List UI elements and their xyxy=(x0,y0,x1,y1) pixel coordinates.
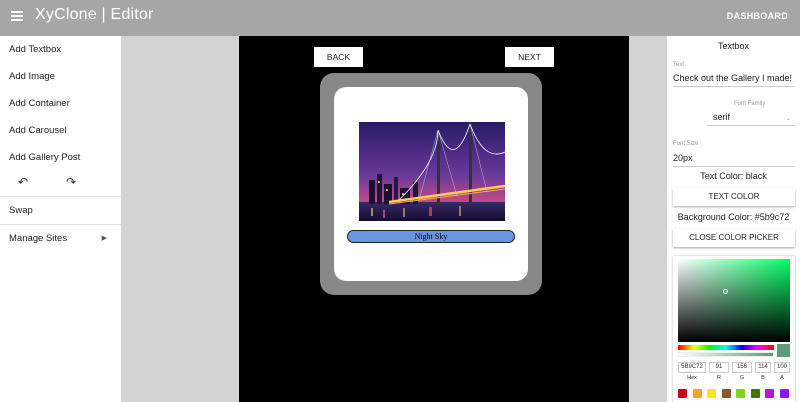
add-image-item[interactable]: Add Image xyxy=(0,63,121,90)
alpha-slider[interactable] xyxy=(678,352,774,357)
color-swatch[interactable] xyxy=(707,389,716,398)
gallery-post-frame: Night Sky xyxy=(320,73,542,295)
green-input[interactable]: 156 xyxy=(732,362,752,373)
manage-sites-label: Manage Sites xyxy=(9,233,68,244)
dashboard-button[interactable]: DASHBOARD xyxy=(727,11,788,21)
panel-title: Textbox xyxy=(717,41,750,51)
sidebar: Add Textbox Add Image Add Container Add … xyxy=(0,36,121,402)
font-size-field[interactable]: 20px xyxy=(673,153,693,163)
manage-sites-item[interactable]: Manage Sites ▶ xyxy=(0,225,121,252)
color-swatch[interactable] xyxy=(736,389,745,398)
add-gallery-post-item[interactable]: Add Gallery Post xyxy=(0,144,121,171)
close-color-picker-button[interactable]: CLOSE COLOR PICKER xyxy=(673,229,795,247)
properties-panel: Textbox Text Check out the Gallery I mad… xyxy=(667,36,800,402)
add-container-item[interactable]: Add Container xyxy=(0,90,121,117)
color-swatch[interactable] xyxy=(692,389,702,398)
swap-item[interactable]: Swap xyxy=(0,197,121,224)
alpha-label: A xyxy=(780,375,784,381)
color-swatch[interactable] xyxy=(678,389,687,398)
app-bar: XyClone | Editor DASHBOARD xyxy=(0,0,800,36)
red-input[interactable]: 91 xyxy=(709,362,729,373)
saturation-area[interactable] xyxy=(678,259,790,342)
color-swatch[interactable] xyxy=(779,389,789,398)
history-controls: ↶ ↷ xyxy=(0,171,121,196)
gallery-image[interactable] xyxy=(359,122,505,221)
text-field[interactable]: Check out the Gallery I made! xyxy=(673,73,792,83)
field-underline xyxy=(673,86,795,87)
color-swatch[interactable] xyxy=(721,389,731,398)
back-button[interactable]: BACK xyxy=(314,47,363,67)
background-color-readout: Background Color: #5b9c72 xyxy=(677,212,790,222)
red-label: R xyxy=(717,375,721,381)
editor-canvas: BACK NEXT Night Sky xyxy=(239,36,629,402)
menu-icon[interactable] xyxy=(11,11,23,21)
next-button[interactable]: NEXT xyxy=(505,47,554,67)
text-color-button[interactable]: TEXT COLOR xyxy=(673,188,795,206)
field-underline xyxy=(673,166,795,167)
saturation-handle[interactable] xyxy=(723,289,728,294)
text-field-label: Text xyxy=(673,62,685,68)
alpha-input[interactable]: 100 xyxy=(774,362,790,373)
color-swatch[interactable] xyxy=(750,389,760,398)
color-swatch[interactable] xyxy=(765,389,774,398)
chevron-down-icon: ⌄ xyxy=(786,116,792,122)
hex-input[interactable]: 5B9C72 xyxy=(678,362,706,373)
add-carousel-item[interactable]: Add Carousel xyxy=(0,117,121,144)
canvas-margin xyxy=(121,36,239,402)
image-caption[interactable]: Night Sky xyxy=(347,230,515,243)
field-underline xyxy=(707,125,795,126)
redo-icon[interactable]: ↷ xyxy=(66,175,76,189)
blue-label: B xyxy=(761,375,765,381)
font-family-label: Font Family xyxy=(734,101,766,107)
hex-label: Hex xyxy=(687,375,697,381)
gallery-post-card[interactable]: Night Sky xyxy=(334,87,528,281)
font-size-label: Font Size xyxy=(673,141,699,147)
app-title: XyClone | Editor xyxy=(35,6,154,23)
add-textbox-item[interactable]: Add Textbox xyxy=(0,36,121,63)
text-color-readout: Text Color: black xyxy=(700,171,767,181)
hue-slider[interactable] xyxy=(678,345,774,350)
selected-color-swatch xyxy=(777,344,790,357)
font-family-select[interactable]: serif xyxy=(713,112,730,122)
green-label: G xyxy=(739,375,745,381)
undo-icon[interactable]: ↶ xyxy=(18,175,28,189)
color-picker: 5B9C72 91 156 114 100 Hex R G B A xyxy=(673,256,795,402)
chevron-right-icon: ▶ xyxy=(101,235,107,242)
canvas-margin xyxy=(629,36,667,402)
blue-input[interactable]: 114 xyxy=(755,362,771,373)
